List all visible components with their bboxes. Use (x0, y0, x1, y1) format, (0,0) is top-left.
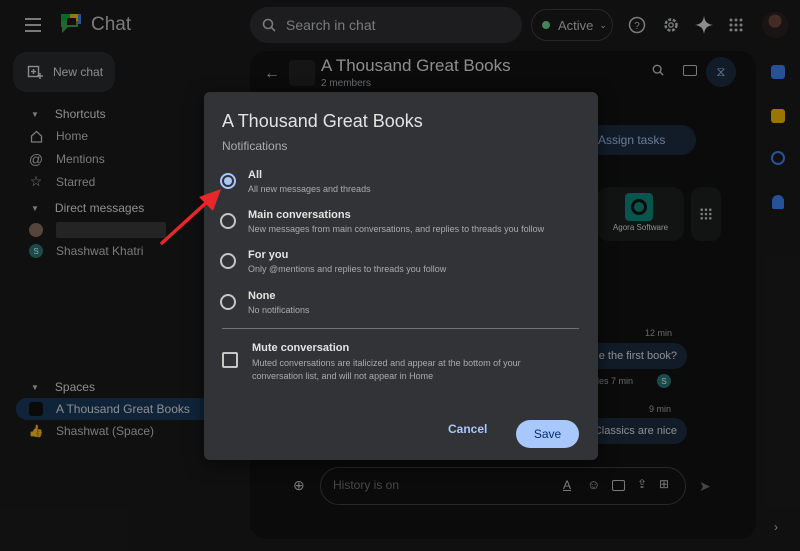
notification-settings-dialog: A Thousand Great Books Notifications All… (204, 92, 598, 460)
option-description: No notifications (248, 305, 310, 315)
save-button-label: Save (533, 427, 562, 441)
option-description: Only @mentions and replies to threads yo… (248, 264, 447, 274)
radio-for-you[interactable] (220, 253, 236, 269)
option-label: Mute conversation (252, 342, 350, 354)
annotation-arrow-icon (160, 189, 221, 245)
mute-checkbox[interactable] (222, 352, 238, 368)
option-label: For you (248, 249, 289, 261)
option-label: None (248, 290, 276, 302)
option-none[interactable]: None No notifications (220, 290, 590, 315)
dialog-title: A Thousand Great Books (222, 111, 423, 131)
option-description: Muted conversations are italicized and a… (252, 358, 521, 381)
option-label: All (248, 169, 263, 181)
save-button[interactable]: Save (516, 420, 579, 448)
divider (222, 328, 579, 329)
option-main-conversations[interactable]: Main conversations New messages from mai… (220, 209, 590, 234)
option-all[interactable]: All All new messages and threads (220, 169, 590, 194)
option-label: Main conversations (248, 209, 351, 221)
dialog-subtitle: Notifications (222, 139, 288, 153)
option-description: New messages from main conversations, an… (248, 224, 545, 234)
option-for-you[interactable]: For you Only @mentions and replies to th… (220, 249, 590, 274)
mute-conversation-option[interactable]: Mute conversation Muted conversations ar… (222, 342, 572, 383)
cancel-button[interactable]: Cancel (448, 422, 487, 436)
option-description: All new messages and threads (248, 184, 371, 194)
radio-none[interactable] (220, 294, 236, 310)
